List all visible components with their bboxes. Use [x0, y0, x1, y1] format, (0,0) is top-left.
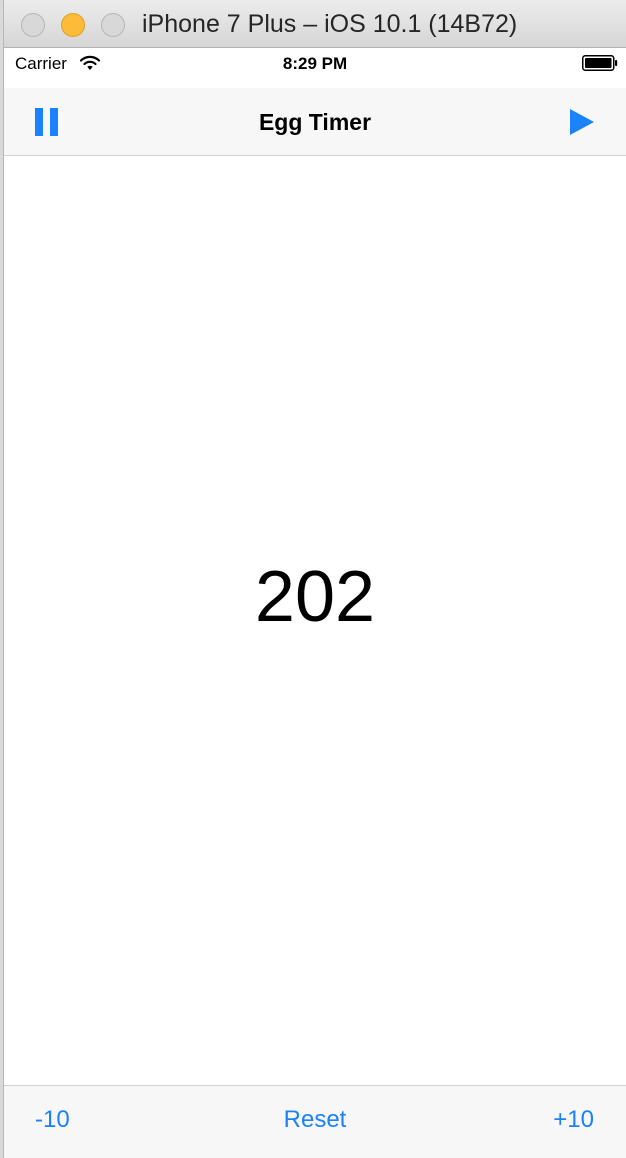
timer-value-label: 202 [254, 557, 376, 637]
zoom-window-button[interactable] [101, 13, 125, 37]
minimize-window-button[interactable] [61, 13, 85, 37]
play-icon[interactable] [566, 106, 598, 138]
status-bar: Carrier 8:29 PM [4, 48, 626, 88]
simulator-window: iPhone 7 Plus – iOS 10.1 (14B72) Carrier… [3, 0, 626, 1158]
plus-ten-button[interactable]: +10 [553, 1106, 594, 1134]
nav-title: Egg Timer [258, 109, 372, 135]
bottom-toolbar: -10 Reset +10 [4, 1085, 626, 1158]
close-window-button[interactable] [21, 13, 45, 37]
window-title-bar[interactable]: iPhone 7 Plus – iOS 10.1 (14B72) [4, 0, 626, 48]
reset-button[interactable]: Reset [4, 1106, 626, 1134]
battery-icon [582, 55, 618, 71]
status-time: 8:29 PM [282, 54, 348, 73]
navigation-bar: Egg Timer [4, 88, 626, 156]
window-title: iPhone 7 Plus – iOS 10.1 (14B72) [142, 10, 518, 38]
main-content: 202 [4, 156, 626, 1085]
